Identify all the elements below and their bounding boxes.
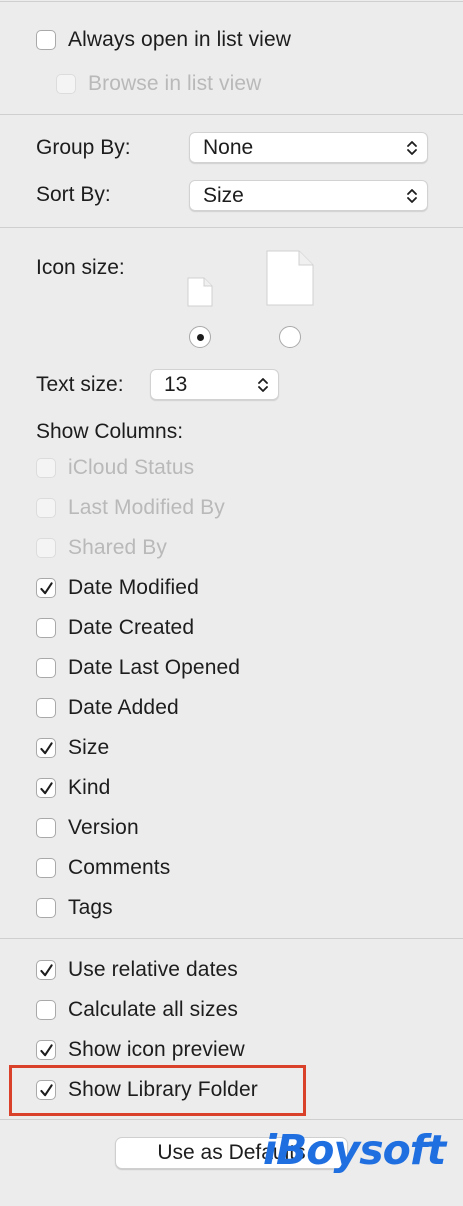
- date-last-opened-checkbox[interactable]: [36, 658, 56, 678]
- option-row-date-last-opened[interactable]: Date Last Opened: [36, 653, 240, 683]
- large-document-icon: [266, 250, 314, 306]
- date-modified-label: Date Modified: [68, 576, 199, 599]
- comments-label: Comments: [68, 856, 171, 879]
- text-size-label: Text size:: [36, 373, 124, 396]
- icon-size-small-radio[interactable]: [189, 326, 211, 348]
- version-checkbox[interactable]: [36, 818, 56, 838]
- option-row-kind[interactable]: Kind: [36, 773, 110, 803]
- last-modified-by-label: Last Modified By: [68, 496, 225, 519]
- option-row-use-relative-dates[interactable]: Use relative dates: [36, 955, 238, 985]
- size-label: Size: [68, 736, 110, 759]
- option-row-show-icon-preview[interactable]: Show icon preview: [36, 1035, 245, 1065]
- option-row-comments[interactable]: Comments: [36, 853, 170, 883]
- option-row-last-modified-by: Last Modified By: [36, 493, 225, 523]
- group-by-label: Group By:: [36, 136, 131, 159]
- text-size-popup[interactable]: 13: [150, 369, 279, 400]
- highlight-box: [9, 1065, 306, 1116]
- sort-by-value: Size: [203, 183, 244, 207]
- version-label: Version: [68, 816, 139, 839]
- browse-list-row: Browse in list view: [56, 69, 261, 99]
- updown-chevron-icon: [258, 377, 268, 392]
- iboysoft-watermark-logo: iBoysoft: [263, 1126, 446, 1174]
- tags-label: Tags: [68, 896, 113, 919]
- use-relative-dates-label: Use relative dates: [68, 958, 238, 981]
- calculate-all-sizes-label: Calculate all sizes: [68, 998, 238, 1021]
- use-relative-dates-checkbox[interactable]: [36, 960, 56, 980]
- option-row-version[interactable]: Version: [36, 813, 139, 843]
- date-added-checkbox[interactable]: [36, 698, 56, 718]
- shared-by-label: Shared By: [68, 536, 167, 559]
- kind-checkbox[interactable]: [36, 778, 56, 798]
- option-row-icloud-status: iCloud Status: [36, 453, 194, 483]
- icon-size-large-radio[interactable]: [279, 326, 301, 348]
- date-last-opened-label: Date Last Opened: [68, 656, 241, 679]
- size-checkbox[interactable]: [36, 738, 56, 758]
- option-row-calculate-all-sizes[interactable]: Calculate all sizes: [36, 995, 238, 1025]
- finder-view-options-panel: Always open in list view Browse in list …: [0, 0, 463, 1206]
- browse-list-checkbox: [56, 74, 76, 94]
- shared-by-checkbox: [36, 538, 56, 558]
- option-row-date-created[interactable]: Date Created: [36, 613, 194, 643]
- kind-label: Kind: [68, 776, 111, 799]
- last-modified-by-checkbox: [36, 498, 56, 518]
- always-open-list-label: Always open in list view: [68, 28, 291, 51]
- option-row-size[interactable]: Size: [36, 733, 109, 763]
- group-by-value: None: [203, 135, 254, 159]
- divider-3: [0, 938, 463, 939]
- show-icon-preview-label: Show icon preview: [68, 1038, 245, 1061]
- date-created-label: Date Created: [68, 616, 195, 639]
- comments-checkbox[interactable]: [36, 858, 56, 878]
- tags-checkbox[interactable]: [36, 898, 56, 918]
- option-row-tags[interactable]: Tags: [36, 893, 113, 923]
- small-document-icon: [187, 277, 213, 307]
- icon-size-label: Icon size:: [36, 256, 125, 279]
- sort-by-label: Sort By:: [36, 183, 111, 206]
- always-open-list-row[interactable]: Always open in list view: [36, 25, 291, 55]
- divider-1: [0, 114, 463, 115]
- option-row-shared-by: Shared By: [36, 533, 167, 563]
- divider-top: [0, 1, 463, 2]
- group-by-popup[interactable]: None: [189, 132, 428, 163]
- text-size-value: 13: [164, 372, 188, 396]
- updown-chevron-icon: [407, 188, 417, 203]
- option-row-date-added[interactable]: Date Added: [36, 693, 179, 723]
- icloud-status-label: iCloud Status: [68, 456, 195, 479]
- date-modified-checkbox[interactable]: [36, 578, 56, 598]
- show-columns-heading: Show Columns:: [36, 420, 184, 443]
- date-added-label: Date Added: [68, 696, 179, 719]
- icloud-status-checkbox: [36, 458, 56, 478]
- divider-4: [0, 1119, 463, 1120]
- show-icon-preview-checkbox[interactable]: [36, 1040, 56, 1060]
- updown-chevron-icon: [407, 140, 417, 155]
- browse-list-label: Browse in list view: [88, 72, 262, 95]
- sort-by-popup[interactable]: Size: [189, 180, 428, 211]
- divider-2: [0, 227, 463, 228]
- always-open-list-checkbox[interactable]: [36, 30, 56, 50]
- option-row-date-modified[interactable]: Date Modified: [36, 573, 199, 603]
- date-created-checkbox[interactable]: [36, 618, 56, 638]
- calculate-all-sizes-checkbox[interactable]: [36, 1000, 56, 1020]
